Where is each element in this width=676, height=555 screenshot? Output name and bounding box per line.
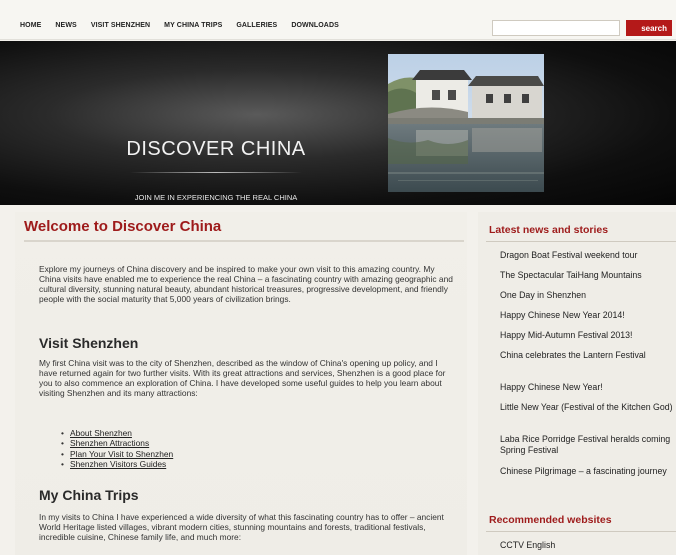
- title-divider: [24, 240, 464, 242]
- link-visitors-guides[interactable]: Shenzhen Visitors Guides: [70, 459, 166, 469]
- link-plan-your-visit[interactable]: Plan Your Visit to Shenzhen: [70, 449, 173, 459]
- nav-my-china-trips[interactable]: MY CHINA TRIPS: [164, 22, 222, 29]
- sidebar: Latest news and stories Dragon Boat Fest…: [478, 212, 676, 555]
- news-item[interactable]: One Day in Shenzhen: [500, 290, 674, 301]
- news-item[interactable]: Happy Mid-Autumn Festival 2013!: [500, 330, 674, 341]
- page-title: Welcome to Discover China: [24, 218, 222, 235]
- recommended-websites-heading: Recommended websites: [489, 514, 612, 526]
- news-item[interactable]: Chinese Pilgrimage – a fascinating journ…: [500, 466, 674, 477]
- nav-galleries[interactable]: GALLERIES: [236, 22, 277, 29]
- list-item: Shenzhen Attractions: [61, 438, 173, 449]
- news-item[interactable]: China celebrates the Lantern Festival: [500, 350, 674, 361]
- village-photo: [388, 54, 544, 192]
- list-item: Shenzhen Visitors Guides: [61, 459, 173, 470]
- news-item[interactable]: Happy Chinese New Year!: [500, 382, 674, 393]
- website-item[interactable]: CCTV English: [500, 540, 674, 551]
- top-navigation-bar: HOME NEWS VISIT SHENZHEN MY CHINA TRIPS …: [0, 0, 676, 40]
- link-shenzhen-attractions[interactable]: Shenzhen Attractions: [70, 438, 149, 448]
- nav-news[interactable]: NEWS: [55, 22, 76, 29]
- visit-shenzhen-heading: Visit Shenzhen: [39, 335, 139, 351]
- latest-news-heading: Latest news and stories: [489, 224, 609, 236]
- intro-paragraph: Explore my journeys of China discovery a…: [39, 264, 453, 305]
- my-china-trips-heading: My China Trips: [39, 487, 139, 503]
- my-china-trips-paragraph: In my visits to China I have experienced…: [39, 512, 444, 543]
- visit-shenzhen-paragraph: My first China visit was to the city of …: [39, 358, 446, 399]
- shenzhen-links: About Shenzhen Shenzhen Attractions Plan…: [61, 428, 173, 469]
- hero-banner: DISCOVER CHINA JOIN ME IN EXPERIENCING T…: [0, 41, 676, 205]
- news-item[interactable]: Dragon Boat Festival weekend tour: [500, 250, 674, 261]
- list-item: Plan Your Visit to Shenzhen: [61, 449, 173, 460]
- list-item: About Shenzhen: [61, 428, 173, 439]
- search-input[interactable]: [492, 20, 620, 36]
- search-button[interactable]: search: [626, 20, 672, 36]
- main-content: Welcome to Discover China Explore my jou…: [15, 212, 467, 555]
- news-item[interactable]: Happy Chinese New Year 2014!: [500, 310, 674, 321]
- banner-subtitle: JOIN ME IN EXPERIENCING THE REAL CHINA: [134, 193, 298, 202]
- main-nav: HOME NEWS VISIT SHENZHEN MY CHINA TRIPS …: [20, 22, 339, 29]
- nav-downloads[interactable]: DOWNLOADS: [291, 22, 339, 29]
- nav-visit-shenzhen[interactable]: VISIT SHENZHEN: [91, 22, 150, 29]
- banner-divider: [130, 172, 302, 173]
- banner-title: DISCOVER CHINA: [126, 138, 306, 160]
- nav-home[interactable]: HOME: [20, 22, 41, 29]
- news-item[interactable]: Little New Year (Festival of the Kitchen…: [500, 402, 674, 413]
- news-item[interactable]: The Spectacular TaiHang Mountains: [500, 270, 674, 281]
- link-about-shenzhen[interactable]: About Shenzhen: [70, 428, 132, 438]
- sidebar-divider: [486, 241, 676, 242]
- sidebar-divider: [486, 531, 676, 532]
- news-item[interactable]: Laba Rice Porridge Festival heralds comi…: [500, 434, 674, 456]
